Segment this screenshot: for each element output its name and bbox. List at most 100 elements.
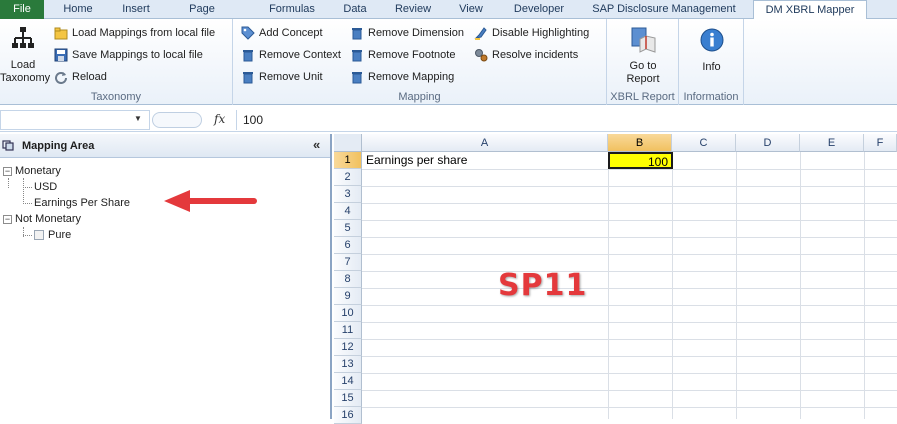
load-taxonomy-button[interactable]: Load Taxonomy [0,25,51,85]
column-header-c[interactable]: C [672,134,736,152]
row-header[interactable]: 5 [334,220,362,237]
collapse-node-icon[interactable]: − [3,166,12,176]
group-xbrl-report: Go to Report XBRL Report [607,19,679,105]
tree-node-label: Pure [48,229,72,241]
info-button[interactable]: Info [679,27,744,74]
tab-view[interactable]: View [452,0,490,19]
group-label-xbrl-report: XBRL Report [610,91,675,103]
column-header-d[interactable]: D [736,134,800,152]
annotation-arrow-icon [164,190,257,212]
tree-node-monetary[interactable]: − Monetary [3,163,61,179]
remove-unit-button[interactable]: Remove Unit [241,67,323,87]
column-header-f[interactable]: F [864,134,897,152]
save-mappings-button[interactable]: Save Mappings to local file [54,45,203,65]
tab-sap-disclosure-management[interactable]: SAP Disclosure Management [586,0,742,19]
tree-node-label: USD [34,181,58,193]
trash-icon [352,50,362,62]
tab-page-layout[interactable]: Page Layout [172,0,232,33]
row-header[interactable]: 10 [334,305,362,322]
reload-button[interactable]: Reload [54,67,107,87]
reload-icon [55,72,67,84]
group-taxonomy: Load Taxonomy Load Mappings from local f… [0,19,233,105]
remove-dimension-button[interactable]: Remove Dimension [350,23,464,43]
tab-insert[interactable]: Insert [114,0,158,19]
tab-formulas[interactable]: Formulas [262,0,322,19]
resolve-incidents-button[interactable]: Resolve incidents [474,45,578,65]
row-header[interactable]: 9 [334,288,362,305]
add-concept-label: Add Concept [259,27,323,39]
load-taxonomy-label: Load Taxonomy [0,59,51,84]
tree-node-label: Not Monetary [15,213,82,225]
remove-footnote-button[interactable]: Remove Footnote [350,45,455,65]
info-icon [700,28,723,52]
disable-highlighting-label: Disable Highlighting [492,27,590,39]
trash-icon [243,50,253,62]
tree-node-label: Monetary [15,165,61,177]
tree-node-not-monetary[interactable]: − Not Monetary [3,211,81,227]
cell-a1[interactable]: Earnings per share [366,152,467,169]
tab-developer[interactable]: Developer [506,0,572,19]
row-header[interactable]: 2 [334,169,362,186]
mapping-area-title: Mapping Area [22,140,95,152]
row-header[interactable]: 3 [334,186,362,203]
tree-node-pure[interactable]: Pure [23,227,71,243]
insert-function-icon[interactable]: fx [214,112,225,126]
collapse-node-icon[interactable]: − [3,214,12,224]
add-concept-button[interactable]: Add Concept [241,23,323,43]
cell-b1[interactable]: 100 [608,152,673,169]
tab-review[interactable]: Review [388,0,438,19]
row-header[interactable]: 4 [334,203,362,220]
row-header[interactable]: 13 [334,356,362,373]
row-header[interactable]: 8 [334,271,362,288]
group-mapping: Add Concept Remove Context Remove Unit R… [233,19,607,105]
row-header[interactable]: 15 [334,390,362,407]
highlighter-icon [474,27,487,40]
mapping-area-header: Mapping Area « [0,134,330,158]
remove-mapping-label: Remove Mapping [368,71,455,83]
go-to-report-label: Go to Report [626,60,660,85]
row-header[interactable]: 7 [334,254,362,271]
tree-connector [8,178,9,188]
remove-footnote-label: Remove Footnote [368,49,456,61]
spreadsheet-grid: A B C D E F 1 2 3 4 5 6 7 8 9 10 11 12 1… [334,134,897,424]
row-header[interactable]: 12 [334,339,362,356]
tab-home[interactable]: Home [58,0,98,19]
checkbox[interactable] [34,230,44,241]
remove-mapping-button[interactable]: Remove Mapping [350,67,454,87]
panel-pin-icon[interactable] [2,139,14,151]
taxonomy-tree-icon [12,27,34,48]
row-header[interactable]: 14 [334,373,362,390]
row-header[interactable]: 16 [334,407,362,424]
formula-bar: ▼ fx 100 [0,108,897,132]
row-header[interactable]: 1 [334,152,362,169]
trash-icon [243,72,253,84]
formula-bar-handle[interactable] [152,112,202,128]
tree-node-earnings-per-share[interactable]: Earnings Per Share [23,195,130,211]
group-information: Info Information [679,19,744,105]
row-header[interactable]: 6 [334,237,362,254]
column-header-b[interactable]: B [608,134,672,152]
column-header-a[interactable]: A [362,134,608,152]
formula-input[interactable]: 100 [236,110,897,130]
report-book-icon [631,27,656,53]
go-to-report-button[interactable]: Go to Report [607,25,679,86]
disable-highlighting-button[interactable]: Disable Highlighting [474,23,589,43]
tab-data[interactable]: Data [338,0,372,19]
tree-node-label: Earnings Per Share [34,197,130,209]
remove-context-label: Remove Context [259,49,341,61]
column-header-e[interactable]: E [800,134,864,152]
tree-node-usd[interactable]: USD [23,179,57,195]
collapse-panel-button[interactable]: « [313,137,320,152]
name-box[interactable] [0,110,150,130]
chevron-down-icon[interactable]: ▼ [134,114,142,123]
tab-dm-xbrl-mapper[interactable]: DM XBRL Mapper [753,0,867,20]
ribbon: Load Taxonomy Load Mappings from local f… [0,19,897,105]
row-header[interactable]: 11 [334,322,362,339]
remove-context-button[interactable]: Remove Context [241,45,341,65]
select-all-corner[interactable] [334,134,362,152]
group-label-information: Information [683,91,739,103]
remove-dimension-label: Remove Dimension [368,27,464,39]
group-label-taxonomy: Taxonomy [90,91,142,103]
tab-file[interactable]: File [0,0,44,19]
load-mappings-button[interactable]: Load Mappings from local file [54,23,215,43]
